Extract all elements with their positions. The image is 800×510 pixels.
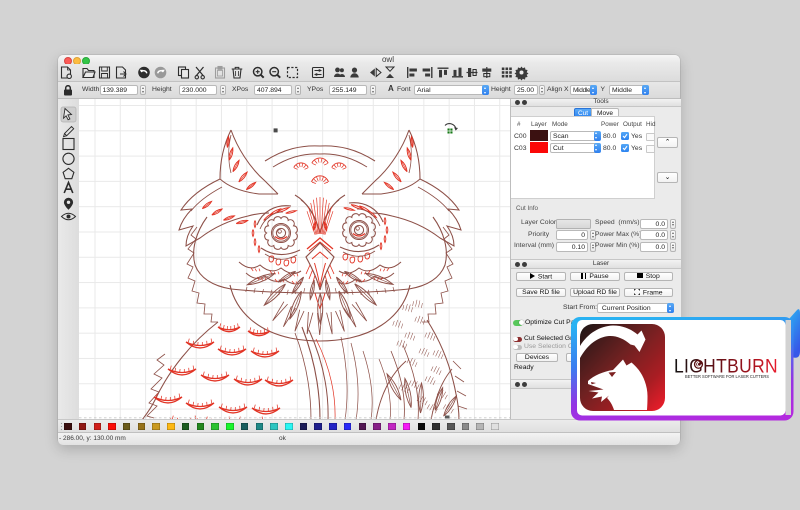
svg-text:BETTER SOFTWARE FOR LASER CUTT: BETTER SOFTWARE FOR LASER CUTTERS (685, 374, 769, 379)
